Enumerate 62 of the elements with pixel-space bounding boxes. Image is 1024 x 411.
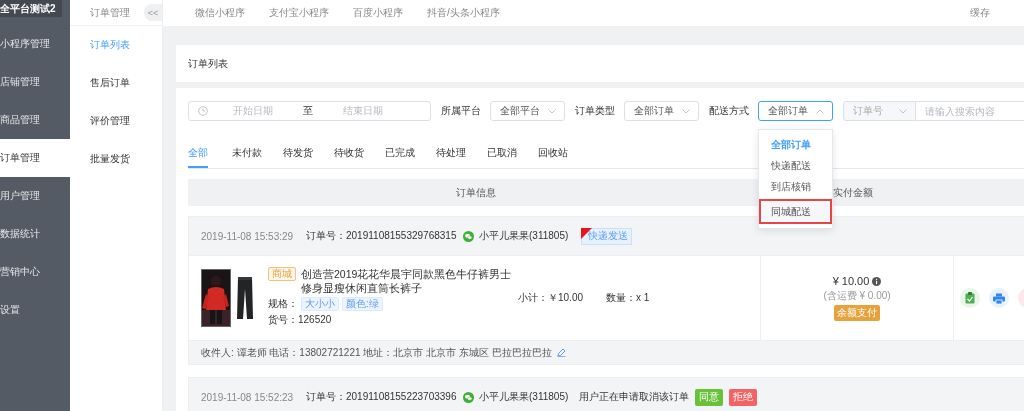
cancel-request-notice: 用户正在申请取消该订单 — [579, 390, 689, 404]
buyer-name: 小平儿果果(311805) — [479, 390, 569, 404]
spec-tag: 大小小 — [301, 297, 339, 311]
dropdown-option[interactable]: 到店核销 — [758, 176, 832, 197]
order-time: 2019-11-08 15:53:29 — [201, 230, 295, 242]
sidebar-item[interactable]: 数据统计 — [0, 215, 70, 253]
subtotal: 小计：￥10.00 — [518, 291, 585, 305]
start-date-placeholder: 开始日期 — [232, 104, 274, 118]
brand-title: 全平台测试2 — [0, 0, 62, 17]
status-tab[interactable]: 未付款 — [232, 146, 283, 167]
buyer-name: 小平儿果果(311805) — [479, 229, 569, 243]
sidebar-item[interactable]: 用户管理 — [0, 177, 70, 215]
search-field[interactable]: 请输入搜索内容 — [916, 101, 1024, 121]
filter-label: 配送方式 — [708, 104, 749, 118]
menu-title: 订单管理 — [90, 5, 130, 20]
sidebar-item[interactable]: 店铺管理 — [0, 63, 70, 101]
sidebar-item[interactable]: 小程序管理 — [0, 25, 70, 63]
order-number: 订单号：20191108155223703396 — [306, 390, 458, 404]
sidebar-item[interactable]: 设置 — [0, 291, 70, 329]
status-tab[interactable]: 待发货 — [283, 146, 334, 167]
platform-tab[interactable]: 支付宝小程序 — [269, 6, 329, 20]
end-date-placeholder: 结束日期 — [342, 104, 384, 118]
order-number: 订单号：20191108155329768315 — [306, 229, 458, 243]
total-price: ¥ 10.00 — [832, 275, 870, 287]
quantity: 数量：x 1 — [606, 291, 650, 305]
status-tab[interactable]: 待收货 — [334, 146, 385, 167]
page-title: 订单列表 — [188, 56, 228, 71]
payment-badge: 余额支付 — [834, 305, 880, 321]
shipping-fee: (含运费 ¥ 0.00) — [823, 289, 891, 303]
spec-tag: 颜色:绿 — [342, 297, 383, 311]
filter-label: 所属平台 — [440, 104, 481, 118]
filter-label: 订单类型 — [574, 104, 615, 118]
column-header: 实付金额 — [833, 185, 873, 200]
submenu-item[interactable]: 售后订单 — [70, 64, 162, 102]
date-range-field[interactable]: 开始日期 至 结束日期 — [188, 101, 431, 121]
platform-tab[interactable]: 百度小程序 — [353, 6, 403, 20]
sidebar-item[interactable]: 商品管理 — [0, 101, 70, 139]
date-separator: 至 — [302, 104, 314, 118]
column-header: 订单信息 — [456, 185, 496, 200]
status-tab[interactable]: 已完成 — [385, 146, 436, 167]
recipient-info: 收件人: 谭老师 电话：13802721221 地址：北京市 北京市 东城区 巴拉巴拉巴拉 — [201, 345, 552, 360]
status-tab[interactable]: 已取消 — [487, 146, 538, 167]
select-field[interactable]: 全部订单 — [757, 101, 833, 121]
status-tab[interactable]: 待处理 — [436, 146, 487, 167]
dropdown-option[interactable]: 快递配送 — [758, 155, 832, 176]
source-tag: 商城 — [268, 267, 296, 281]
sidebar-item[interactable]: 营销中心 — [0, 253, 70, 291]
select-field[interactable]: 全部平台 — [489, 101, 565, 121]
submenu-item[interactable]: 评价管理 — [70, 102, 162, 140]
cache-link[interactable]: 缓存 — [970, 6, 990, 20]
spec-label: 规格： — [268, 297, 298, 311]
platform-tab[interactable]: 抖音/头条小程序 — [427, 6, 500, 20]
product-title: 创造营2019花花华晨宇同款黑色牛仔裤男士修身显瘦休闲直筒长裤子 — [301, 267, 513, 295]
delivery-tag: 快递发送 — [581, 227, 632, 245]
order-time: 2019-11-08 15:52:23 — [201, 391, 295, 403]
sidebar-item[interactable]: 订单管理 — [0, 139, 70, 177]
status-tab[interactable]: 回收站 — [538, 146, 589, 167]
sku-number: 货号：126520 — [268, 313, 333, 327]
select-field[interactable]: 全部订单 — [623, 101, 699, 121]
submenu-item[interactable]: 批量发货 — [70, 140, 162, 178]
dropdown-option[interactable]: 同城配送 — [758, 199, 832, 224]
platform-tab[interactable]: 微信小程序 — [195, 6, 245, 20]
